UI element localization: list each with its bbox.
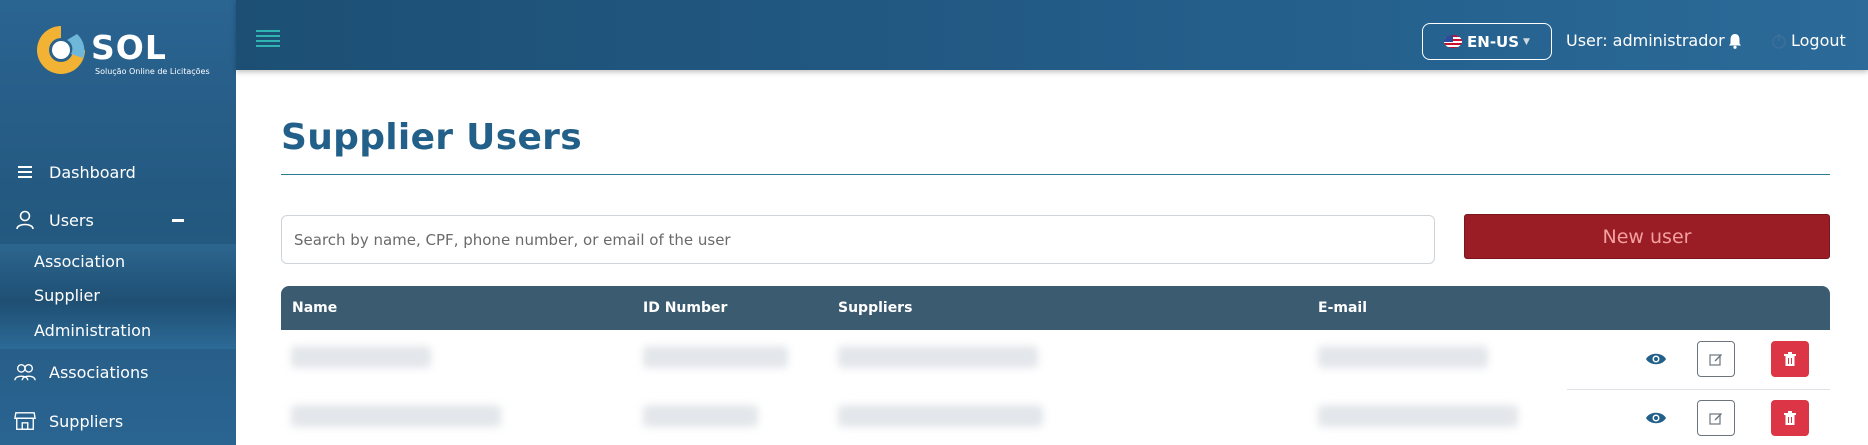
column-header-email[interactable]: E-mail bbox=[1318, 300, 1367, 316]
pencil-square-icon bbox=[1709, 354, 1722, 366]
submenu-item-association[interactable]: Association bbox=[34, 252, 125, 271]
blurred-name-cell bbox=[291, 346, 431, 368]
logout-icon[interactable] bbox=[1771, 33, 1787, 53]
us-flag-icon bbox=[1444, 35, 1463, 48]
sol-logo-icon bbox=[37, 26, 85, 74]
sidebar: SOL Solução Online de Licitações Dashboa… bbox=[0, 0, 236, 445]
column-header-name[interactable]: Name bbox=[292, 300, 337, 316]
sidebar-item-label: Dashboard bbox=[49, 162, 136, 182]
logo-name: SOL bbox=[91, 28, 167, 67]
sidebar-item-label: Users bbox=[49, 210, 94, 230]
search-input[interactable] bbox=[281, 215, 1435, 264]
pencil-square-icon bbox=[1709, 413, 1722, 425]
logout-link[interactable]: Logout bbox=[1791, 31, 1846, 50]
blurred-email-cell bbox=[1318, 405, 1518, 427]
users-submenu: Association Supplier Administration bbox=[0, 244, 236, 349]
blurred-name-cell bbox=[291, 405, 501, 427]
title-divider bbox=[281, 174, 1830, 175]
sol-logo[interactable]: SOL Solução Online de Licitações bbox=[33, 22, 210, 82]
hamburger-menu-icon[interactable] bbox=[256, 30, 280, 48]
menu-lines-icon bbox=[14, 162, 36, 182]
topbar: EN-US ▼ User: administrador Logout bbox=[236, 0, 1868, 70]
table-row[interactable] bbox=[281, 389, 1830, 445]
sidebar-item-label: Suppliers bbox=[49, 411, 124, 431]
chevron-down-icon: ▼ bbox=[1523, 36, 1530, 47]
eye-icon bbox=[1646, 412, 1666, 424]
trash-icon bbox=[1784, 352, 1796, 366]
blurred-email-cell bbox=[1318, 346, 1488, 368]
submenu-item-administration[interactable]: Administration bbox=[34, 321, 151, 340]
edit-button[interactable] bbox=[1697, 400, 1735, 436]
edit-button[interactable] bbox=[1697, 341, 1735, 377]
blurred-id-cell bbox=[643, 405, 758, 427]
sidebar-item-associations[interactable]: Associations bbox=[0, 352, 236, 392]
trash-icon bbox=[1784, 411, 1796, 425]
current-user-label: User: administrador bbox=[1566, 31, 1725, 50]
sidebar-item-users[interactable]: Users bbox=[0, 200, 236, 240]
view-button[interactable] bbox=[1641, 341, 1671, 377]
user-icon bbox=[14, 210, 36, 230]
blurred-suppliers-cell bbox=[838, 405, 1043, 427]
new-user-button[interactable]: New user bbox=[1464, 214, 1830, 259]
bell-icon[interactable] bbox=[1728, 33, 1742, 53]
page-title: Supplier Users bbox=[281, 117, 582, 158]
table-row[interactable] bbox=[281, 330, 1830, 389]
delete-button[interactable] bbox=[1771, 341, 1809, 377]
eye-icon bbox=[1646, 353, 1666, 365]
blurred-suppliers-cell bbox=[838, 346, 1038, 368]
users-group-icon bbox=[14, 362, 36, 382]
blurred-id-cell bbox=[643, 346, 788, 368]
sidebar-item-dashboard[interactable]: Dashboard bbox=[0, 152, 236, 192]
column-header-suppliers[interactable]: Suppliers bbox=[838, 300, 912, 316]
view-button[interactable] bbox=[1641, 400, 1671, 436]
language-selector[interactable]: EN-US ▼ bbox=[1422, 23, 1552, 60]
collapse-minus-icon[interactable] bbox=[172, 219, 184, 222]
table-header: Name ID Number Suppliers E-mail bbox=[281, 286, 1830, 330]
language-label: EN-US bbox=[1467, 32, 1520, 51]
store-icon bbox=[14, 411, 36, 431]
submenu-item-supplier[interactable]: Supplier bbox=[34, 286, 100, 305]
column-header-id-number[interactable]: ID Number bbox=[643, 300, 727, 316]
sidebar-item-label: Associations bbox=[49, 362, 149, 382]
sidebar-item-suppliers[interactable]: Suppliers bbox=[0, 401, 236, 441]
logo-subtitle: Solução Online de Licitações bbox=[95, 67, 210, 76]
delete-button[interactable] bbox=[1771, 400, 1809, 436]
